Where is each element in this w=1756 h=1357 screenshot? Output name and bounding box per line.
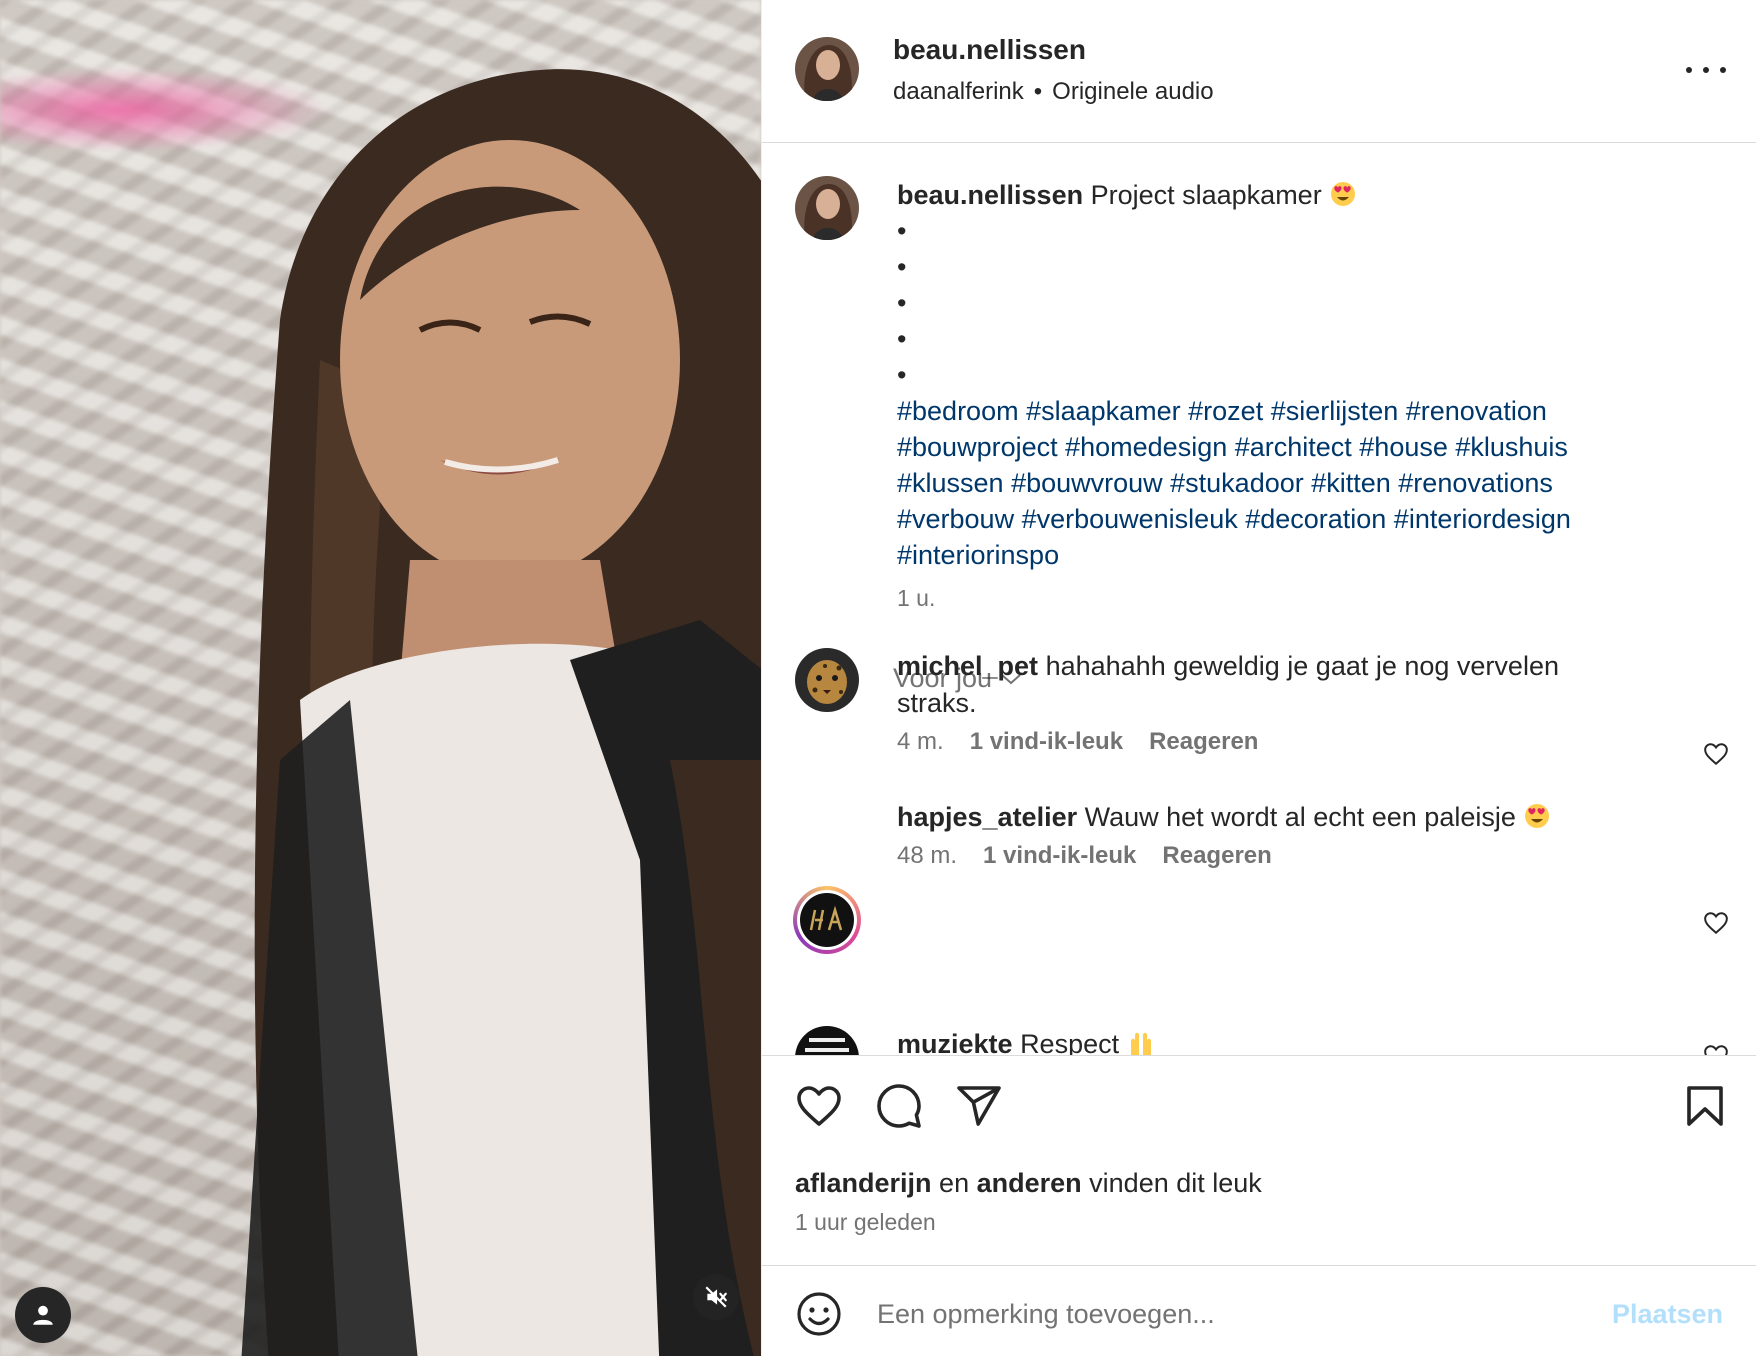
audio-link[interactable]: Originele audio — [1052, 78, 1213, 105]
post-actions-section: aflanderijn en anderen vinden dit leuk 1… — [762, 1055, 1756, 1268]
more-dot — [1686, 67, 1692, 73]
caption-bullet: • — [897, 288, 907, 318]
comment-time[interactable]: 4 m. — [897, 728, 944, 756]
comment-like-heart-icon[interactable] — [1703, 1043, 1729, 1055]
comment-like-heart-icon[interactable] — [1703, 741, 1729, 767]
more-dot — [1703, 67, 1709, 73]
caption-timestamp[interactable]: 1 u. — [897, 585, 935, 612]
caption-username[interactable]: beau.nellissen — [897, 180, 1083, 210]
comment-input[interactable] — [875, 1288, 1599, 1340]
avatar-image — [797, 890, 857, 950]
caption-author-avatar[interactable] — [795, 176, 859, 240]
comment-meta: 4 m. 1 vind-ik-leuk Reageren — [897, 728, 1258, 756]
caption-bullet: • — [897, 252, 907, 282]
caption-hashtags[interactable]: #bedroom #slaapkamer #rozet #sierlijsten… — [897, 393, 1667, 573]
caption-bullets: • • • • • — [897, 213, 1667, 393]
speaker-muted-icon — [705, 1286, 727, 1308]
author-avatar[interactable] — [795, 37, 859, 101]
user-icon — [33, 1305, 53, 1325]
commenter-avatar[interactable] — [795, 648, 859, 712]
caption-text: Project slaapkamer — [1090, 180, 1322, 210]
caption-bullet: • — [897, 216, 907, 246]
comment-likes[interactable]: 1 vind-ik-leuk — [983, 842, 1136, 870]
author-username[interactable]: beau.nellissen — [893, 34, 1086, 66]
reply-button[interactable]: Reageren — [1149, 728, 1258, 756]
comment-meta: 48 m. 1 vind-ik-leuk Reageren — [897, 842, 1272, 870]
comment-text: muziekte Respect — [897, 1026, 1637, 1055]
audio-artist-link[interactable]: daanalferink — [893, 78, 1024, 105]
mute-toggle-button[interactable] — [693, 1274, 739, 1320]
avatar-image — [795, 648, 859, 712]
commenter-avatar-story-ring[interactable] — [793, 886, 861, 954]
more-options-button[interactable] — [1686, 58, 1726, 82]
post-dialog: beau.nellissen daanalferink • Originele au… — [0, 0, 1756, 1356]
comments-scroll-area[interactable]: beau.nellissen Project slaapkamer • • • … — [762, 143, 1756, 1055]
separator-dot: • — [1033, 78, 1043, 105]
video-frame-person — [241, 69, 761, 1356]
comment-bubble-icon[interactable] — [875, 1082, 923, 1130]
comment-body: Wauw het wordt al echt een paleisje — [1084, 802, 1516, 832]
heart-eyes-emoji-icon — [1525, 804, 1550, 828]
raising-hands-emoji-icon — [1130, 1032, 1151, 1055]
caption-bullet: • — [897, 360, 907, 390]
liker-username[interactable]: aflanderijn — [795, 1168, 932, 1198]
audio-info: daanalferink • Originele audio — [893, 78, 1214, 106]
comment-like-heart-icon[interactable] — [1703, 910, 1729, 936]
post-side-panel: beau.nellissen daanalferink • Originele au… — [761, 0, 1756, 1356]
reply-button[interactable]: Reageren — [1162, 842, 1271, 870]
comment-likes[interactable]: 1 vind-ik-leuk — [970, 728, 1123, 756]
comment-text: michel_pet hahahahh geweldig je gaat je … — [897, 648, 1637, 722]
comment-body: Respect — [1020, 1029, 1120, 1055]
likes-suffix: vinden dit leuk — [1089, 1168, 1262, 1198]
avatar-image — [795, 176, 859, 240]
heart-eyes-emoji-icon — [1331, 182, 1356, 206]
save-bookmark-icon[interactable] — [1681, 1082, 1729, 1130]
avatar-image — [795, 1026, 859, 1055]
like-heart-icon[interactable] — [795, 1082, 843, 1130]
post-comment-button[interactable]: Plaatsen — [1606, 1298, 1729, 1331]
comment-composer: Plaatsen — [762, 1265, 1756, 1357]
post-timestamp[interactable]: 1 uur geleden — [795, 1209, 936, 1236]
likes-others-link[interactable]: anderen — [977, 1168, 1082, 1198]
commenter-avatar[interactable] — [795, 1026, 859, 1055]
likes-summary: aflanderijn en anderen vinden dit leuk — [795, 1168, 1262, 1199]
comment-time[interactable]: 48 m. — [897, 842, 957, 870]
commenter-username[interactable]: muziekte — [897, 1029, 1013, 1055]
caption-first-line: beau.nellissen Project slaapkamer — [897, 177, 1667, 213]
post-caption: beau.nellissen Project slaapkamer • • • … — [897, 177, 1667, 573]
commenter-username[interactable]: hapjes_atelier — [897, 802, 1077, 832]
comment-text: hapjes_atelier Wauw het wordt al echt ee… — [897, 799, 1637, 836]
tagged-users-button[interactable] — [15, 1287, 71, 1343]
caption-bullet: • — [897, 324, 907, 354]
likes-connector: en — [939, 1168, 970, 1198]
more-dot — [1720, 67, 1726, 73]
emoji-smiley-icon[interactable] — [795, 1290, 843, 1338]
share-send-icon[interactable] — [955, 1082, 1003, 1130]
post-header: beau.nellissen daanalferink • Originele au… — [762, 0, 1756, 143]
avatar-image — [795, 37, 859, 101]
video-player[interactable] — [0, 0, 761, 1356]
commenter-username[interactable]: michel_pet — [897, 651, 1038, 681]
